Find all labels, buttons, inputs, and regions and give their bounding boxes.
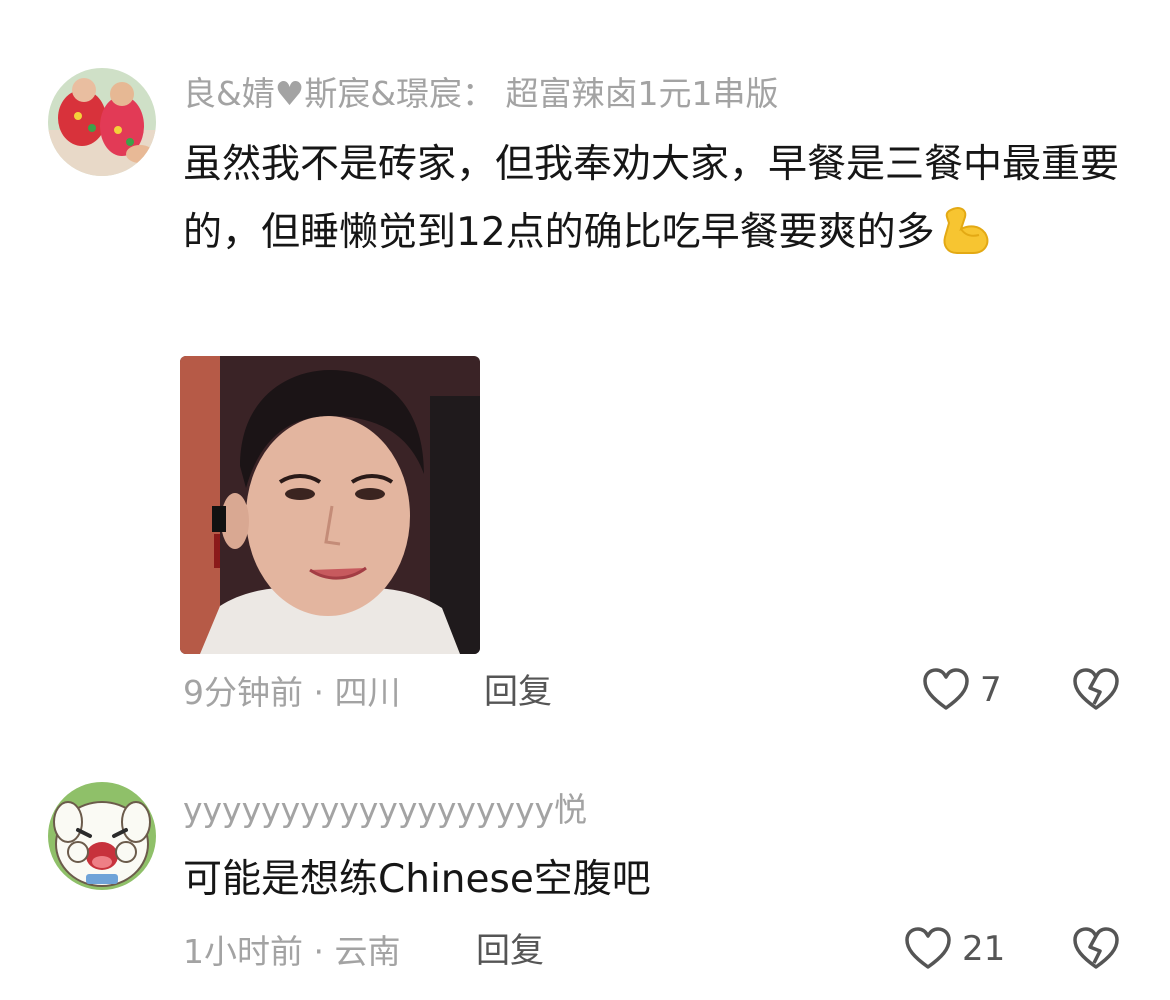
dislike-button[interactable] [1072,668,1120,716]
timestamp: 1小时前 [183,932,303,971]
username[interactable]: 良&婧♥斯宸&璟宸： 超富辣卤1元1串版 [183,77,779,110]
comment-item: 良&婧♥斯宸&璟宸： 超富辣卤1元1串版 虽然我不是砖家，但我奉劝大家，早餐是三… [0,0,1170,740]
username[interactable]: yyyyyyyyyyyyyyyyyyy悦 [183,793,587,826]
broken-heart-icon [1072,668,1120,712]
heart-icon [922,668,970,712]
avatar[interactable] [48,782,156,890]
meta-separator: · [313,932,335,971]
dislike-button[interactable] [1072,927,1120,975]
timestamp: 9分钟前 [183,673,303,712]
reply-button[interactable]: 回复 [484,675,552,709]
broken-heart-icon [1072,927,1120,971]
meta-separator: · [313,673,335,712]
avatar[interactable] [48,68,156,176]
like-count: 7 [980,670,1002,710]
heart-icon [904,927,952,971]
like-button[interactable]: 21 [904,927,1005,971]
like-button[interactable]: 7 [922,668,1002,712]
reply-button[interactable]: 回复 [476,934,544,968]
flexed-biceps-icon [939,203,993,257]
location: 云南 [334,932,401,971]
comment-body: 可能是想练Chinese空腹吧 [183,857,651,902]
comment-text: 虽然我不是砖家，但我奉劝大家，早餐是三餐中最重要的，但睡懒觉到12点的确比吃早餐… [183,131,1133,267]
comment-meta: 9分钟前 · 四川 [183,676,400,709]
meme-image[interactable] [180,356,480,654]
like-count: 21 [962,929,1006,969]
comment-text: 可能是想练Chinese空腹吧 [183,846,1133,914]
comment-meta: 1小时前 · 云南 [183,935,400,968]
comment-item: yyyyyyyyyyyyyyyyyyy悦 可能是想练Chinese空腹吧 1小时… [0,740,1170,1000]
location: 四川 [334,673,401,712]
